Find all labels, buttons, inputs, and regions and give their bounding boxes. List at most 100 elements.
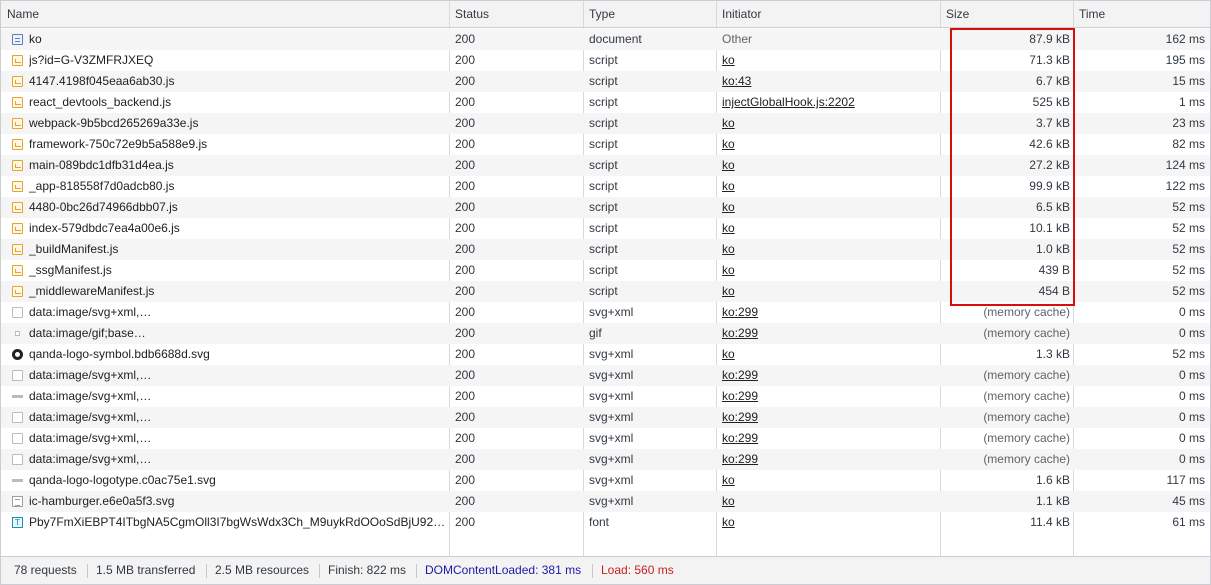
request-initiator[interactable]: ko:43	[722, 71, 937, 92]
finish-time: Finish: 822 ms	[328, 563, 407, 577]
table-row[interactable]: ic-hamburger.e6e0a5f3.svg 200 svg+xml ko 1.1…	[1, 491, 1210, 512]
request-initiator[interactable]: ko:299	[722, 386, 937, 407]
script-icon	[12, 181, 23, 192]
table-row[interactable]: data:image/svg+xml,… 200 svg+xml ko:299 (mem…	[1, 428, 1210, 449]
separator	[319, 564, 320, 578]
column-header-name[interactable]: Name	[1, 1, 39, 28]
table-row[interactable]: qanda-logo-logotype.c0ac75e1.svg 200 svg+x…	[1, 470, 1210, 491]
request-type: script	[589, 179, 618, 193]
request-initiator[interactable]: ko	[722, 260, 937, 281]
request-type: script	[589, 116, 618, 130]
request-name: qanda-logo-logotype.c0ac75e1.svg	[29, 473, 216, 487]
request-status: 200	[455, 32, 476, 46]
request-status: 200	[455, 452, 476, 466]
request-initiator[interactable]: ko	[722, 197, 937, 218]
column-header-time[interactable]: Time	[1073, 1, 1105, 28]
gif-icon	[15, 331, 20, 336]
request-size: 1.6 kB	[1035, 473, 1070, 487]
table-row[interactable]: T Pby7FmXiEBPT4ITbgNA5CgmOll3I7bgWsWdx3Ch…	[1, 512, 1210, 533]
request-name: data:image/svg+xml,…	[29, 452, 152, 466]
column-header-initiator[interactable]: Initiator	[716, 1, 761, 28]
request-name: _buildManifest.js	[29, 242, 119, 256]
request-time: 117 ms	[1166, 473, 1205, 487]
request-time: 15 ms	[1172, 74, 1205, 88]
request-name: js?id=G-V3ZMFRJXEQ	[29, 53, 154, 67]
request-name: data:image/svg+xml,…	[29, 431, 152, 445]
request-initiator[interactable]: ko	[722, 134, 937, 155]
request-name: data:image/svg+xml,…	[29, 410, 152, 424]
table-row[interactable]: data:image/svg+xml,… 200 svg+xml ko:299 (mem…	[1, 302, 1210, 323]
request-initiator[interactable]: ko	[722, 470, 937, 491]
table-row[interactable]: js?id=G-V3ZMFRJXEQ 200 script ko 71.3 kB 195 …	[1, 50, 1210, 71]
request-initiator[interactable]: ko	[722, 491, 937, 512]
request-initiator[interactable]: ko:299	[722, 323, 937, 344]
script-icon	[12, 244, 23, 255]
request-status: 200	[455, 368, 476, 382]
request-size: 42.6 kB	[1029, 137, 1070, 151]
request-initiator[interactable]: ko:299	[722, 302, 937, 323]
script-icon	[12, 97, 23, 108]
column-header-status[interactable]: Status	[449, 1, 489, 28]
table-row[interactable]: _buildManifest.js 200 script ko 1.0 kB 52 ms	[1, 239, 1210, 260]
table-row[interactable]: ko 200 document Other 87.9 kB 162 ms	[1, 29, 1210, 50]
table-row[interactable]: data:image/svg+xml,… 200 svg+xml ko:299 (mem…	[1, 449, 1210, 470]
request-time: 52 ms	[1172, 221, 1205, 235]
image-icon	[12, 433, 23, 444]
request-time: 52 ms	[1172, 284, 1205, 298]
request-size: 525 kB	[1032, 95, 1070, 109]
request-initiator[interactable]: ko	[722, 239, 937, 260]
request-time: 122 ms	[1165, 179, 1205, 193]
request-status: 200	[455, 389, 476, 403]
request-type: svg+xml	[589, 347, 634, 361]
table-row[interactable]: framework-750c72e9b5a588e9.js 200 script ko…	[1, 134, 1210, 155]
request-type: svg+xml	[589, 410, 634, 424]
column-header-size[interactable]: Size	[940, 1, 969, 28]
request-time: 195 ms	[1165, 53, 1205, 67]
column-header-type[interactable]: Type	[583, 1, 615, 28]
request-time: 52 ms	[1172, 347, 1205, 361]
script-icon	[12, 139, 23, 150]
request-time: 0 ms	[1178, 326, 1205, 340]
request-status: 200	[455, 284, 476, 298]
request-initiator[interactable]: ko	[722, 155, 937, 176]
request-initiator[interactable]: ko:299	[722, 428, 937, 449]
request-initiator[interactable]: ko:299	[722, 365, 937, 386]
request-initiator[interactable]: ko	[722, 113, 937, 134]
request-name: react_devtools_backend.js	[29, 95, 172, 109]
request-size: 1.1 kB	[1035, 494, 1070, 508]
request-initiator[interactable]: ko	[722, 281, 937, 302]
table-row[interactable]: data:image/gif;base… 200 gif ko:299 (memory …	[1, 323, 1210, 344]
request-name: Pby7FmXiEBPT4ITbgNA5CgmOll3I7bgWsWdx3Ch_…	[29, 515, 446, 529]
image-icon	[12, 454, 23, 465]
table-row[interactable]: data:image/svg+xml,… 200 svg+xml ko:299 (mem…	[1, 365, 1210, 386]
request-initiator[interactable]: ko	[722, 50, 937, 71]
request-status: 200	[455, 326, 476, 340]
request-initiator[interactable]: ko	[722, 344, 937, 365]
table-row[interactable]: _ssgManifest.js 200 script ko 439 B 52 ms	[1, 260, 1210, 281]
dash-icon	[12, 395, 23, 398]
script-icon	[12, 202, 23, 213]
table-row[interactable]: 4147.4198f045eaa6ab30.js 200 script ko:43 6.…	[1, 71, 1210, 92]
request-status: 200	[455, 221, 476, 235]
table-row[interactable]: 4480-0bc26d74966dbb07.js 200 script ko 6.5 k…	[1, 197, 1210, 218]
request-time: 45 ms	[1172, 494, 1205, 508]
request-initiator[interactable]: ko:299	[722, 407, 937, 428]
table-row[interactable]: webpack-9b5bcd265269a33e.js 200 script ko 3.…	[1, 113, 1210, 134]
table-row[interactable]: data:image/svg+xml,… 200 svg+xml ko:299 (mem…	[1, 386, 1210, 407]
request-initiator[interactable]: ko	[722, 176, 937, 197]
request-size: (memory cache)	[983, 305, 1070, 319]
table-row[interactable]: index-579dbdc7ea4a00e6.js 200 script ko 10.1…	[1, 218, 1210, 239]
script-icon	[12, 160, 23, 171]
table-row[interactable]: data:image/svg+xml,… 200 svg+xml ko:299 (mem…	[1, 407, 1210, 428]
table-row[interactable]: main-089bdc1dfb31d4ea.js 200 script ko 27.2 …	[1, 155, 1210, 176]
request-initiator[interactable]: ko	[722, 512, 937, 533]
request-initiator[interactable]: injectGlobalHook.js:2202	[722, 92, 937, 113]
table-row[interactable]: qanda-logo-symbol.bdb6688d.svg 200 svg+xml…	[1, 344, 1210, 365]
request-initiator[interactable]: ko:299	[722, 449, 937, 470]
request-list: ko 200 document Other 87.9 kB 162 ms js?id=G-V…	[1, 29, 1210, 533]
table-row[interactable]: _app-818558f7d0adcb80.js 200 script ko 99.9 …	[1, 176, 1210, 197]
request-size: (memory cache)	[983, 326, 1070, 340]
request-initiator[interactable]: ko	[722, 218, 937, 239]
table-row[interactable]: _middlewareManifest.js 200 script ko 454 B 52…	[1, 281, 1210, 302]
table-row[interactable]: react_devtools_backend.js 200 script inject…	[1, 92, 1210, 113]
